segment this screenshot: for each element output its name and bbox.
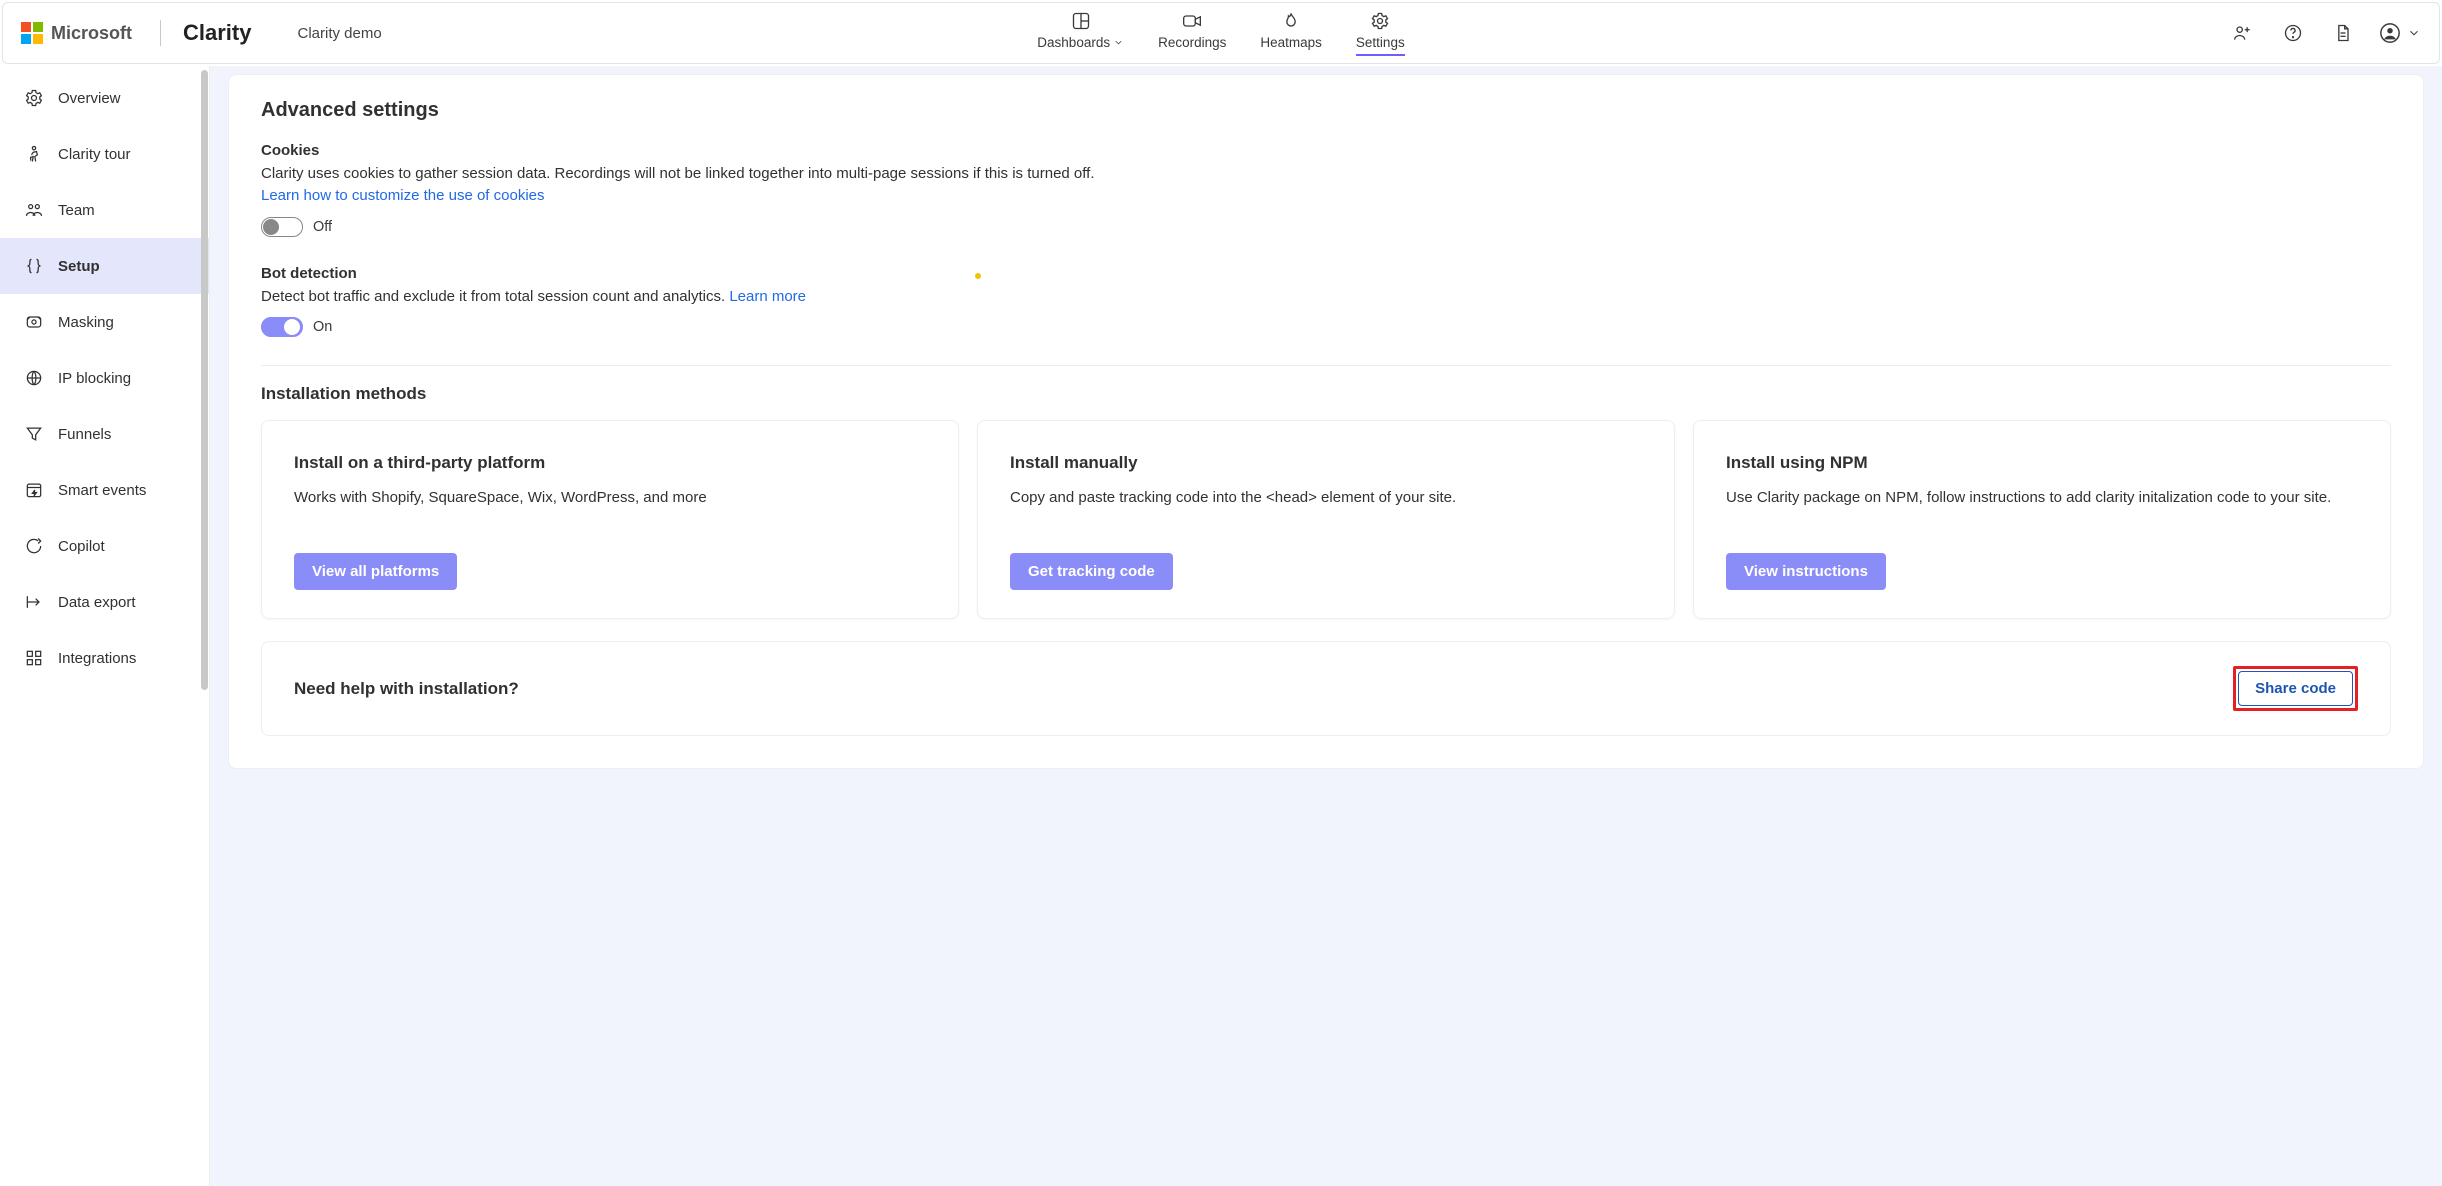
sidebar-item-smart-events[interactable]: Smart events: [0, 462, 209, 518]
mask-icon: [24, 312, 44, 332]
sidebar-item-label: Setup: [58, 258, 100, 275]
sidebar-item-label: Team: [58, 202, 95, 219]
clarity-brand[interactable]: Clarity: [183, 20, 251, 46]
section-divider: [261, 365, 2391, 366]
advanced-settings-heading: Advanced settings: [261, 99, 2391, 122]
settings-sidebar: Overview Clarity tour Team Setup Masking…: [0, 66, 210, 1186]
funnel-icon: [24, 424, 44, 444]
bot-title: Bot detection: [261, 265, 2391, 282]
sidebar-item-label: Smart events: [58, 482, 146, 499]
installation-heading: Installation methods: [261, 384, 2391, 404]
card-desc: Works with Shopify, SquareSpace, Wix, Wo…: [294, 487, 926, 531]
settings-panel: Advanced settings Cookies Clarity uses c…: [228, 74, 2424, 769]
view-instructions-button[interactable]: View instructions: [1726, 553, 1886, 590]
team-icon: [24, 200, 44, 220]
sidebar-item-funnels[interactable]: Funnels: [0, 406, 209, 462]
install-cards: Install on a third-party platform Works …: [261, 420, 2391, 619]
nav-heatmaps-label: Heatmaps: [1260, 35, 1322, 50]
braces-icon: [24, 256, 44, 276]
sidebar-item-overview[interactable]: Overview: [0, 70, 209, 126]
microsoft-word: Microsoft: [51, 23, 132, 44]
cookies-learn-link[interactable]: Learn how to customize the use of cookie…: [261, 187, 545, 204]
grid-icon: [24, 648, 44, 668]
globe-block-icon: [24, 368, 44, 388]
install-card-npm: Install using NPM Use Clarity package on…: [1693, 420, 2391, 619]
nav-heatmaps[interactable]: Heatmaps: [1260, 11, 1322, 56]
card-desc: Copy and paste tracking code into the <h…: [1010, 487, 1642, 531]
sidebar-item-ip-blocking[interactable]: IP blocking: [0, 350, 209, 406]
nav-dashboards-label: Dashboards: [1037, 35, 1110, 50]
avatar-icon: [2379, 22, 2401, 44]
sidebar-item-team[interactable]: Team: [0, 182, 209, 238]
document-icon[interactable]: [2329, 19, 2357, 47]
sidebar-item-label: IP blocking: [58, 370, 131, 387]
highlight-dot: [975, 273, 981, 279]
sidebar-item-setup[interactable]: Setup: [0, 238, 209, 294]
person-walk-icon: [24, 144, 44, 164]
install-card-manual: Install manually Copy and paste tracking…: [977, 420, 1675, 619]
dashboards-icon: [1071, 11, 1091, 31]
card-title: Install manually: [1010, 453, 1642, 473]
install-card-third-party: Install on a third-party platform Works …: [261, 420, 959, 619]
view-all-platforms-button[interactable]: View all platforms: [294, 553, 457, 590]
bot-learn-link[interactable]: Learn more: [729, 288, 806, 305]
nav-recordings-label: Recordings: [1158, 35, 1226, 50]
sidebar-item-masking[interactable]: Masking: [0, 294, 209, 350]
main-content: Advanced settings Cookies Clarity uses c…: [210, 66, 2442, 1186]
help-bar: Need help with installation? Share code: [261, 641, 2391, 736]
share-code-highlight: Share code: [2233, 666, 2358, 711]
sidebar-item-clarity-tour[interactable]: Clarity tour: [0, 126, 209, 182]
cookies-toggle-label: Off: [313, 219, 332, 235]
people-add-icon[interactable]: [2229, 19, 2257, 47]
cookies-title: Cookies: [261, 142, 2391, 159]
share-code-button[interactable]: Share code: [2238, 671, 2353, 706]
sidebar-item-integrations[interactable]: Integrations: [0, 630, 209, 686]
project-picker[interactable]: Clarity demo: [297, 25, 395, 42]
bot-toggle[interactable]: [261, 317, 303, 337]
top-bar: Microsoft Clarity Clarity demo Dashboard…: [2, 2, 2440, 64]
card-title: Install on a third-party platform: [294, 453, 926, 473]
chat-arrow-icon: [24, 536, 44, 556]
export-icon: [24, 592, 44, 612]
gear-icon: [24, 88, 44, 108]
sidebar-item-label: Funnels: [58, 426, 111, 443]
sidebar-item-label: Copilot: [58, 538, 105, 555]
microsoft-logo[interactable]: Microsoft: [21, 22, 132, 44]
cookies-desc: Clarity uses cookies to gather session d…: [261, 165, 1095, 182]
bot-detection-setting: Bot detection Detect bot traffic and exc…: [261, 265, 2391, 338]
nav-settings[interactable]: Settings: [1356, 11, 1405, 56]
cookies-toggle[interactable]: [261, 217, 303, 237]
help-title: Need help with installation?: [294, 679, 519, 699]
sidebar-item-data-export[interactable]: Data export: [0, 574, 209, 630]
help-icon[interactable]: [2279, 19, 2307, 47]
sidebar-item-label: Overview: [58, 90, 121, 107]
cookies-setting: Cookies Clarity uses cookies to gather s…: [261, 142, 2391, 237]
gear-icon: [1370, 11, 1390, 31]
chevron-down-icon: [2407, 26, 2421, 40]
flame-icon: [1281, 11, 1301, 31]
header-divider: [160, 20, 161, 46]
nav-dashboards[interactable]: Dashboards: [1037, 11, 1124, 56]
header-tools: [2229, 19, 2421, 47]
nav-recordings[interactable]: Recordings: [1158, 11, 1226, 56]
nav-settings-label: Settings: [1356, 35, 1405, 50]
sidebar-item-copilot[interactable]: Copilot: [0, 518, 209, 574]
bot-desc: Detect bot traffic and exclude it from t…: [261, 288, 729, 305]
card-title: Install using NPM: [1726, 453, 2358, 473]
project-name: Clarity demo: [297, 25, 381, 42]
sidebar-item-label: Clarity tour: [58, 146, 131, 163]
microsoft-tiles-icon: [21, 22, 43, 44]
card-desc: Use Clarity package on NPM, follow instr…: [1726, 487, 2358, 531]
get-tracking-code-button[interactable]: Get tracking code: [1010, 553, 1173, 590]
shell: Overview Clarity tour Team Setup Masking…: [0, 66, 2442, 1186]
bot-toggle-label: On: [313, 319, 332, 335]
sidebar-item-label: Data export: [58, 594, 136, 611]
sidebar-item-label: Integrations: [58, 650, 136, 667]
calendar-bolt-icon: [24, 480, 44, 500]
chevron-down-icon: [1113, 37, 1124, 48]
account-menu[interactable]: [2379, 22, 2421, 44]
sidebar-item-label: Masking: [58, 314, 114, 331]
video-icon: [1182, 11, 1202, 31]
